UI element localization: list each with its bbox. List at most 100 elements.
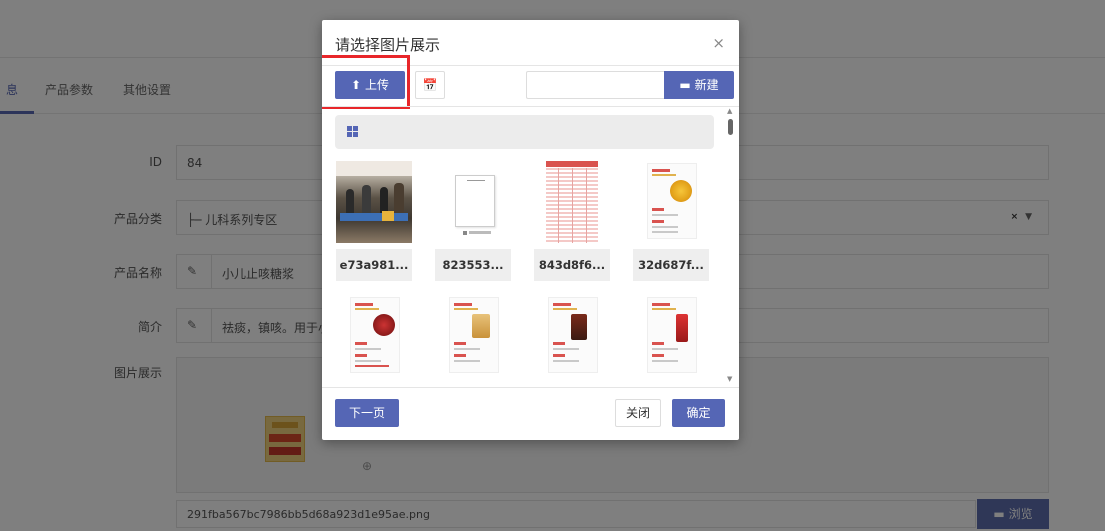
scrollbar[interactable]: ▲ ▼ <box>725 107 735 387</box>
grid-cell <box>347 126 352 131</box>
flyer-detail <box>652 220 664 223</box>
flyer-detail <box>355 303 373 306</box>
flyer-detail <box>472 314 490 338</box>
grid-cell <box>353 132 358 137</box>
image-name: 32d687f... <box>633 249 709 281</box>
table-detail <box>546 161 598 167</box>
flyer-detail <box>652 360 678 362</box>
flyer-detail <box>652 174 676 176</box>
flyer-detail <box>652 354 664 357</box>
flyer-detail <box>454 308 478 310</box>
image-thumbnail <box>534 295 610 377</box>
table-detail <box>558 168 559 243</box>
doc-page <box>455 175 495 227</box>
flyer-detail <box>553 303 571 306</box>
modal-title: 请选择图片展示 <box>335 36 441 54</box>
flyer-detail <box>454 303 472 306</box>
scroll-up-icon[interactable]: ▲ <box>727 107 732 115</box>
image-thumbnail <box>534 161 610 243</box>
flyer-detail <box>355 308 379 310</box>
flyer-detail <box>553 360 579 362</box>
flyer-detail <box>355 348 381 350</box>
grid-cell <box>347 132 352 137</box>
calendar-button[interactable]: 📅 <box>415 71 445 99</box>
upload-icon: ⬆ <box>351 78 362 92</box>
close-icon[interactable]: × <box>712 34 725 52</box>
flyer-detail <box>652 303 670 306</box>
image-list-area: e73a981... 823553... 843d8f6... 32d687f.… <box>322 107 739 387</box>
photo-detail <box>340 213 408 221</box>
new-folder-input[interactable] <box>526 71 664 99</box>
doc-line <box>467 180 485 181</box>
doc-detail <box>469 231 491 234</box>
flyer-detail <box>454 342 466 345</box>
image-name: 843d8f6... <box>534 249 610 281</box>
image-thumbnail <box>336 161 412 243</box>
calendar-icon: 📅 <box>422 78 438 92</box>
flyer-detail <box>571 314 587 340</box>
flyer-detail <box>670 180 692 202</box>
new-folder-button[interactable]: ▬ 新建 <box>664 71 734 99</box>
image-tile[interactable] <box>435 295 511 387</box>
folder-icon: ▬ <box>679 78 691 92</box>
flyer-detail <box>652 308 676 310</box>
image-thumbnail <box>435 295 511 377</box>
flyer-detail <box>454 360 480 362</box>
flyer-detail <box>553 342 565 345</box>
flyer-detail <box>355 342 367 345</box>
image-tile[interactable]: 823553... <box>435 161 511 281</box>
flyer-detail <box>652 169 670 172</box>
image-name: e73a981... <box>336 249 412 281</box>
flyer-detail <box>355 360 381 362</box>
flyer-page <box>449 297 499 373</box>
flyer-page <box>647 163 697 239</box>
scroll-down-icon[interactable]: ▼ <box>727 375 732 383</box>
flyer-page <box>647 297 697 373</box>
table-detail <box>572 168 573 243</box>
image-tile[interactable] <box>633 295 709 387</box>
flyer-detail <box>652 214 678 216</box>
flyer-detail <box>553 354 565 357</box>
image-thumbnail <box>633 161 709 243</box>
new-folder-label: 新建 <box>694 78 719 92</box>
image-picker-modal: 请选择图片展示 × ⬆ 上传 📅 ▬ 新建 e73a981... 823553.… <box>322 20 739 440</box>
flyer-detail <box>652 231 678 233</box>
flyer-detail <box>454 348 480 350</box>
image-tile[interactable]: 32d687f... <box>633 161 709 281</box>
upload-button[interactable]: ⬆ 上传 <box>335 71 405 99</box>
flyer-detail <box>676 314 688 342</box>
flyer-detail <box>652 342 664 345</box>
image-tile[interactable]: e73a981... <box>336 161 412 281</box>
table-detail <box>586 168 587 243</box>
image-name: 823553... <box>435 249 511 281</box>
flyer-detail <box>652 208 664 211</box>
image-tile[interactable] <box>534 295 610 387</box>
flyer-detail <box>652 226 678 228</box>
next-page-button[interactable]: 下一页 <box>335 399 399 427</box>
flyer-detail <box>553 308 577 310</box>
flyer-page <box>548 297 598 373</box>
flyer-detail <box>652 348 678 350</box>
confirm-button[interactable]: 确定 <box>672 399 725 427</box>
grid-icon <box>347 126 358 137</box>
flyer-detail <box>373 314 395 336</box>
folder-bar[interactable] <box>335 115 714 149</box>
flyer-detail <box>355 354 367 357</box>
flyer-detail <box>454 354 466 357</box>
grid-cell <box>353 126 358 131</box>
photo-detail <box>382 211 394 221</box>
divider <box>322 387 739 388</box>
flyer-detail <box>355 365 389 367</box>
upload-label: 上传 <box>364 78 389 92</box>
image-tile[interactable]: 843d8f6... <box>534 161 610 281</box>
flyer-detail <box>553 348 579 350</box>
close-button[interactable]: 关闭 <box>615 399 661 427</box>
flyer-page <box>350 297 400 373</box>
image-thumbnail <box>633 295 709 377</box>
doc-detail <box>463 231 467 235</box>
image-tile[interactable] <box>336 295 412 387</box>
image-thumbnail <box>435 161 511 243</box>
scrollbar-thumb[interactable] <box>728 119 733 135</box>
image-thumbnail <box>336 295 412 377</box>
modal-toolbar: ⬆ 上传 📅 ▬ 新建 <box>322 55 739 109</box>
